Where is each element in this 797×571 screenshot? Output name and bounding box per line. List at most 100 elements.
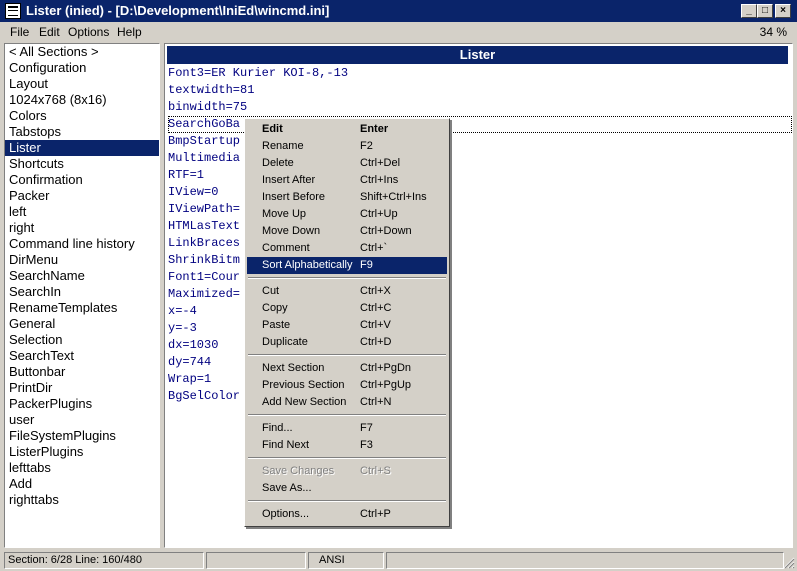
window-title: Lister (inied) - [D:\Development\IniEd\w… [26, 3, 330, 18]
menu-item-label: Delete [262, 157, 294, 169]
section-item[interactable]: Add [5, 476, 159, 492]
menu-item-label: Paste [262, 319, 291, 331]
section-item[interactable]: RenameTemplates [5, 300, 159, 316]
section-item[interactable]: SearchIn [5, 284, 159, 300]
section-item[interactable]: PrintDir [5, 380, 159, 396]
menu-item-shortcut: Ctrl+Del [360, 157, 401, 169]
menu-item-label: Duplicate [262, 336, 308, 348]
menu-item-insert-before[interactable]: Insert Before Shift+Ctrl+Ins [247, 189, 447, 206]
menu-item-label: Cut [262, 285, 280, 297]
menu-item-shortcut: Ctrl+V [360, 319, 391, 331]
editor-line[interactable]: Font3=ER Kurier KOI-8,-13 [168, 65, 792, 82]
menu-item-delete[interactable]: Delete Ctrl+Del [247, 155, 447, 172]
section-item[interactable]: < All Sections > [5, 44, 159, 60]
menu-item-label: Comment [262, 242, 310, 254]
menu-item-label: Edit [262, 123, 283, 135]
menu-item-shortcut: Ctrl+X [360, 285, 391, 297]
section-item[interactable]: Tabstops [5, 124, 159, 140]
menu-item-previous-section[interactable]: Previous Section Ctrl+PgUp [247, 377, 447, 394]
section-item[interactable]: Configuration [5, 60, 159, 76]
resize-grip-icon[interactable] [783, 557, 795, 569]
menu-item-shortcut: Ctrl+Ins [360, 174, 399, 186]
section-item[interactable]: General [5, 316, 159, 332]
menu-item-insert-after[interactable]: Insert After Ctrl+Ins [247, 172, 447, 189]
menu-item-next-section[interactable]: Next Section Ctrl+PgDn [247, 360, 447, 377]
minimize-button[interactable]: _ [741, 4, 757, 18]
section-header: Lister [167, 46, 788, 64]
section-item[interactable]: PackerPlugins [5, 396, 159, 412]
menu-item-find-next[interactable]: Find Next F3 [247, 437, 447, 454]
menu-item-label: Rename [262, 140, 304, 152]
section-item[interactable]: Confirmation [5, 172, 159, 188]
section-item[interactable]: lefttabs [5, 460, 159, 476]
menu-item-duplicate[interactable]: Duplicate Ctrl+D [247, 334, 447, 351]
menu-separator [248, 414, 446, 416]
section-item[interactable]: Buttonbar [5, 364, 159, 380]
menu-item-label: Sort Alphabetically [262, 259, 353, 271]
menu-options[interactable]: Options [68, 25, 109, 39]
menu-item-shortcut: Ctrl+` [360, 242, 388, 254]
section-item[interactable]: SearchName [5, 268, 159, 284]
menu-item-move-up[interactable]: Move Up Ctrl+Up [247, 206, 447, 223]
menu-help[interactable]: Help [117, 25, 142, 39]
section-item[interactable]: righttabs [5, 492, 159, 508]
menu-item-paste[interactable]: Paste Ctrl+V [247, 317, 447, 334]
menu-item-shortcut: Ctrl+Up [360, 208, 398, 220]
menu-item-shortcut: Ctrl+D [360, 336, 392, 348]
status-encoding: ANSI [308, 552, 384, 569]
menu-item-sort-alphabetically[interactable]: Sort Alphabetically F9 [247, 257, 447, 274]
editor-line[interactable]: textwidth=81 [168, 82, 792, 99]
menu-item-rename[interactable]: Rename F2 [247, 138, 447, 155]
menu-edit[interactable]: Edit [39, 25, 60, 39]
menu-item-find[interactable]: Find... F7 [247, 420, 447, 437]
menu-separator [248, 457, 446, 459]
section-item[interactable]: Shortcuts [5, 156, 159, 172]
close-button[interactable]: × [775, 4, 791, 18]
menu-item-options[interactable]: Options... Ctrl+P [247, 506, 447, 523]
section-item[interactable]: 1024x768 (8x16) [5, 92, 159, 108]
section-item[interactable]: left [5, 204, 159, 220]
menu-item-shortcut: Ctrl+C [360, 302, 392, 314]
menu-item-cut[interactable]: Cut Ctrl+X [247, 283, 447, 300]
section-item[interactable]: right [5, 220, 159, 236]
section-item[interactable]: Packer [5, 188, 159, 204]
menu-file[interactable]: File [10, 25, 29, 39]
section-item[interactable]: Command line history [5, 236, 159, 252]
section-item[interactable]: user [5, 412, 159, 428]
section-item[interactable]: Layout [5, 76, 159, 92]
editor-line[interactable]: binwidth=75 [168, 99, 792, 116]
menu-item-save-changes[interactable]: Save Changes Ctrl+S [247, 463, 447, 480]
section-item[interactable]: Selection [5, 332, 159, 348]
title-bar[interactable]: Lister (inied) - [D:\Development\IniEd\w… [0, 0, 797, 22]
section-item[interactable]: Colors [5, 108, 159, 124]
section-item[interactable]: DirMenu [5, 252, 159, 268]
section-list[interactable]: < All Sections > Configuration Layout 1024x… [4, 43, 160, 548]
menu-bar: File Edit Options Help 34 % [0, 22, 797, 42]
menu-item-label: Previous Section [262, 379, 345, 391]
menu-item-label: Save As... [262, 482, 312, 494]
menu-item-add-new-section[interactable]: Add New Section Ctrl+N [247, 394, 447, 411]
menu-item-edit[interactable]: Edit Enter [247, 121, 447, 138]
menu-item-copy[interactable]: Copy Ctrl+C [247, 300, 447, 317]
menu-item-label: Save Changes [262, 465, 335, 477]
section-item[interactable]: SearchText [5, 348, 159, 364]
menu-separator [248, 277, 446, 279]
menu-item-label: Next Section [262, 362, 325, 374]
maximize-button[interactable]: □ [757, 4, 773, 18]
menu-item-save-as[interactable]: Save As... [247, 480, 447, 497]
status-panel-empty [206, 552, 306, 569]
menu-item-comment[interactable]: Comment Ctrl+` [247, 240, 447, 257]
menu-item-label: Find Next [262, 439, 310, 451]
status-position: Section: 6/28 Line: 160/480 [4, 552, 204, 569]
menu-item-shortcut: Ctrl+N [360, 396, 392, 408]
section-item[interactable]: FileSystemPlugins [5, 428, 159, 444]
app-icon[interactable] [5, 3, 21, 19]
section-item[interactable]: Lister [5, 140, 159, 156]
section-item[interactable]: ListerPlugins [5, 444, 159, 460]
menu-item-shortcut: Ctrl+S [360, 465, 391, 477]
status-bar: Section: 6/28 Line: 160/480 ANSI [0, 550, 797, 571]
menu-item-move-down[interactable]: Move Down Ctrl+Down [247, 223, 447, 240]
menu-item-shortcut: Ctrl+PgDn [360, 362, 412, 374]
menu-item-label: Copy [262, 302, 288, 314]
menu-item-shortcut: F7 [360, 422, 373, 434]
